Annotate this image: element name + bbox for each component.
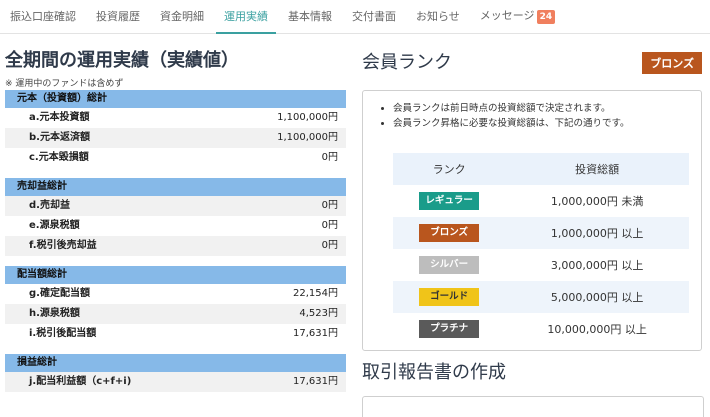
performance-panel: 全期間の運用実績（実績値） ※ 運用中のファンドは含めず 元本（投資額）総計 a…	[5, 50, 346, 392]
amount-column-header: 投資総額	[505, 153, 689, 185]
rank-label-gold: ゴールド	[419, 288, 480, 306]
table-row: レギュラー 1,000,000円 未満	[393, 185, 689, 217]
table-row: h.源泉税額 4,523円	[5, 304, 346, 324]
table-row: a.元本投資額 1,100,000円	[29, 112, 338, 123]
tab-performance[interactable]: 運用実績	[214, 8, 278, 34]
report-box	[362, 396, 704, 417]
table-row: ゴールド 5,000,000円 以上	[393, 281, 689, 313]
rank-label-regular: レギュラー	[419, 192, 480, 210]
rank-notes: 会員ランクは前日時点の投資総額で決定されます。 会員ランク昇格に必要な投資総額は…	[363, 101, 701, 131]
rank-column-header: ランク	[393, 153, 506, 185]
performance-title: 全期間の運用実績（実績値）	[5, 50, 239, 71]
message-count-badge: 24	[536, 10, 556, 24]
table-row: f.税引後売却益 0円	[5, 236, 346, 256]
section-header: 元本（投資額）総計	[5, 90, 346, 108]
rank-table: ランク 投資総額 レギュラー 1,000,000円 未満 ブロンズ 1,000,…	[393, 153, 689, 345]
tab-notices[interactable]: お知らせ	[406, 8, 470, 33]
tab-messages[interactable]: メッセージ 24	[470, 7, 565, 33]
list-item: 会員ランクは前日時点の投資総額で決定されます。	[393, 101, 701, 116]
rank-amount: 1,000,000円 未満	[550, 195, 644, 208]
table-row: b.元本返済額 1,100,000円	[5, 128, 346, 148]
table-row: j.配当利益額（c+f+i) 17,631円	[5, 372, 346, 392]
table-row: シルバー 3,000,000円 以上	[393, 249, 689, 281]
performance-note: ※ 運用中のファンドは含めず	[5, 79, 124, 89]
table-row: g.確定配当額 22,154円	[29, 288, 338, 299]
tab-messages-label: メッセージ	[479, 9, 535, 22]
rank-label-platinum: プラチナ	[419, 320, 480, 338]
rank-amount: 1,000,000円 以上	[505, 217, 689, 249]
table-row: c.元本毀損額 0円	[29, 152, 338, 163]
tab-documents[interactable]: 交付書面	[342, 8, 406, 33]
tab-investment-history[interactable]: 投資履歴	[86, 8, 150, 33]
tab-basic-info[interactable]: 基本情報	[278, 8, 342, 33]
table-row: プラチナ 10,000,000円 以上	[393, 313, 689, 345]
member-rank-panel: 会員ランク ブロンズ 会員ランクは前日時点の投資総額で決定されます。 会員ランク…	[362, 50, 704, 417]
rank-amount: 10,000,000円 以上	[547, 323, 647, 336]
rank-label-silver: シルバー	[419, 256, 480, 274]
dividend-section: 配当額総計 g.確定配当額 22,154円 h.源泉税額 4,523円 i.税引後配…	[5, 266, 346, 344]
profit-loss-section: 損益総計 j.配当利益額（c+f+i) 17,631円	[5, 354, 346, 392]
sale-profit-section: 売却益総計 d.売却益 0円 e.源泉税額 0円 f.税引後売却益 0円	[5, 178, 346, 256]
principal-section: 元本（投資額）総計 a.元本投資額 1,100,000円 b.元本返済額 1,100…	[5, 90, 346, 168]
tab-transfer-account[interactable]: 振込口座確認	[0, 8, 86, 33]
table-row: d.売却益 0円	[5, 196, 346, 216]
rank-amount: 3,000,000円 以上	[550, 259, 644, 272]
table-row: e.源泉税額 0円	[29, 220, 338, 231]
section-header: 売却益総計	[5, 178, 346, 196]
tab-fund-details[interactable]: 資金明細	[150, 8, 214, 33]
report-title: 取引報告書の作成	[362, 362, 506, 383]
rank-amount: 5,000,000円 以上	[505, 281, 689, 313]
rank-info-box: 会員ランクは前日時点の投資総額で決定されます。 会員ランク昇格に必要な投資総額は…	[362, 90, 702, 351]
table-row: i.税引後配当額 17,631円	[29, 328, 338, 339]
table-row: ブロンズ 1,000,000円 以上	[393, 217, 689, 249]
current-rank-badge: ブロンズ	[642, 52, 702, 74]
rank-label-bronze: ブロンズ	[419, 224, 480, 242]
section-header: 配当額総計	[5, 266, 346, 284]
section-header: 損益総計	[5, 354, 346, 372]
nav-tabs: 振込口座確認 投資履歴 資金明細 運用実績 基本情報 交付書面 お知らせ メッセ…	[0, 0, 710, 34]
list-item: 会員ランク昇格に必要な投資総額は、下記の通りです。	[393, 116, 701, 131]
